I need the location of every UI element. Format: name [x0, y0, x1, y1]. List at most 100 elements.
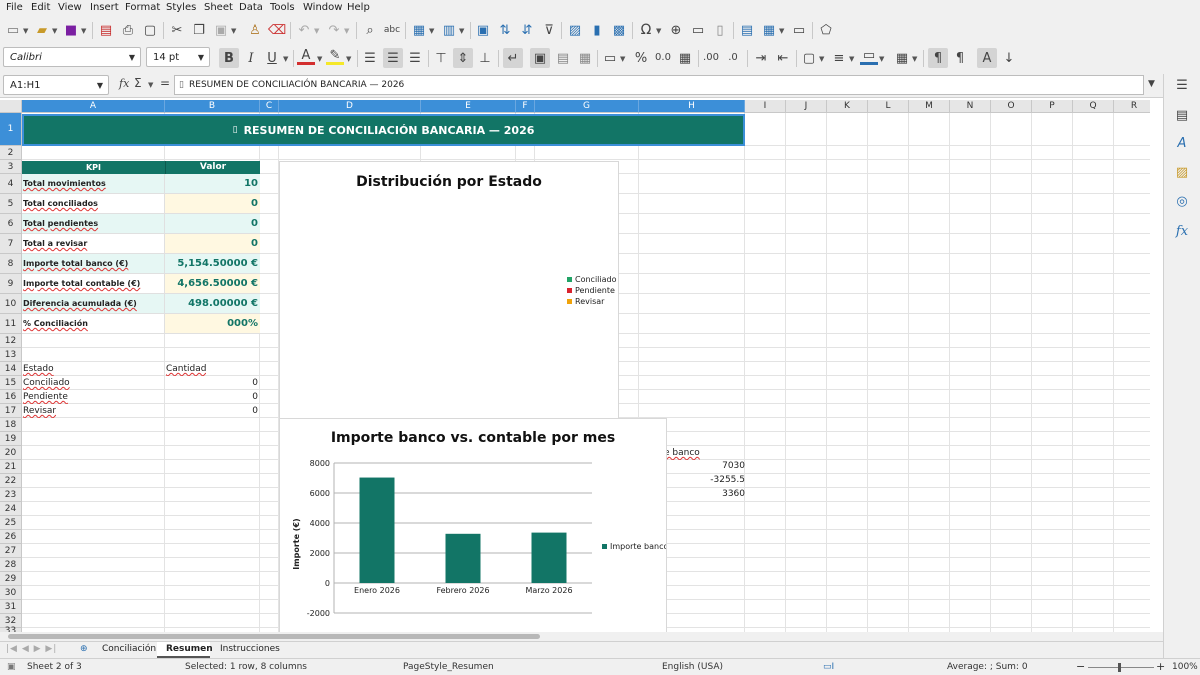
date-format-icon[interactable]: ▦: [676, 49, 694, 67]
column-header-g[interactable]: G: [535, 100, 639, 113]
column-header-a[interactable]: A: [22, 100, 165, 113]
redo-dropdown-icon[interactable]: ▼: [344, 27, 349, 35]
column-header-f[interactable]: F: [516, 100, 535, 113]
column-dropdown-icon[interactable]: ▼: [459, 27, 464, 35]
print-icon[interactable]: ⎙: [119, 21, 137, 39]
save-icon[interactable]: ■: [62, 21, 80, 39]
sum-icon[interactable]: Σ: [134, 76, 142, 90]
percent-format-icon[interactable]: %: [632, 49, 650, 67]
function-wizard-icon[interactable]: fx: [119, 77, 129, 90]
tab-resumen[interactable]: Resumen: [166, 644, 213, 654]
highlight-color-icon[interactable]: ✎: [326, 48, 344, 65]
horizontal-scrollbar[interactable]: [0, 632, 1163, 641]
zoom-level[interactable]: 100%: [1172, 662, 1198, 672]
row-header[interactable]: 16: [0, 390, 22, 404]
column-header-p[interactable]: P: [1032, 100, 1073, 113]
currency-dropdown-icon[interactable]: ▼: [620, 55, 625, 63]
row-header[interactable]: 15: [0, 376, 22, 390]
headers-icon[interactable]: ▣: [474, 21, 492, 39]
freeze-dropdown-icon[interactable]: ▼: [779, 27, 784, 35]
zoom-in-icon[interactable]: +: [1156, 660, 1165, 673]
kpi-value[interactable]: 0: [165, 234, 260, 254]
unmerge-cells-icon[interactable]: ▦: [576, 49, 594, 67]
name-box[interactable]: A1:H1 ▼: [3, 75, 109, 95]
merge-cells-icon[interactable]: ▤: [554, 49, 572, 67]
autofilter-icon[interactable]: ⊽: [540, 21, 558, 39]
font-name-combo[interactable]: Calibri ▼: [3, 47, 141, 67]
undo-dropdown-icon[interactable]: ▼: [314, 27, 319, 35]
kpi-label[interactable]: Total conciliados: [22, 194, 165, 214]
borders-icon[interactable]: ▢: [800, 49, 818, 67]
new-dropdown-icon[interactable]: ▼: [23, 27, 28, 35]
functions-icon[interactable]: fx: [1173, 222, 1191, 240]
special-character-icon[interactable]: Ω: [637, 21, 655, 39]
chevron-down-icon[interactable]: ▼: [198, 53, 204, 62]
currency-format-icon[interactable]: ▭: [601, 49, 619, 67]
kpi-label[interactable]: Importe total banco (€): [22, 254, 165, 274]
border-color-dropdown-icon[interactable]: ▼: [879, 55, 884, 63]
comment-icon[interactable]: ▭: [689, 21, 707, 39]
sidebar-menu-icon[interactable]: ☰: [1173, 76, 1191, 94]
zoom-slider[interactable]: [1088, 667, 1154, 668]
menu-styles[interactable]: Styles: [166, 2, 196, 13]
menu-insert[interactable]: Insert: [90, 2, 119, 13]
special-character-dropdown-icon[interactable]: ▼: [656, 27, 661, 35]
row-header[interactable]: 31: [0, 600, 22, 614]
row-header[interactable]: 17: [0, 404, 22, 418]
underline-dropdown-icon[interactable]: ▼: [283, 55, 288, 63]
estado-value[interactable]: 0: [165, 404, 258, 418]
text-vertical-icon[interactable]: ↓: [1000, 49, 1018, 67]
chevron-down-icon[interactable]: ▼: [129, 53, 135, 62]
column-header-o[interactable]: O: [991, 100, 1032, 113]
kpi-label[interactable]: Total pendientes: [22, 214, 165, 234]
align-center-icon[interactable]: ☰: [383, 48, 403, 68]
undo-icon[interactable]: ↶: [295, 21, 313, 39]
row-header[interactable]: 29: [0, 572, 22, 586]
new-document-icon[interactable]: ▭: [4, 21, 22, 39]
menu-edit[interactable]: Edit: [31, 2, 50, 13]
copy-icon[interactable]: ❐: [190, 21, 208, 39]
row-header[interactable]: 7: [0, 234, 22, 254]
border-color-icon[interactable]: ▭: [860, 48, 878, 65]
border-style-dropdown-icon[interactable]: ▼: [849, 55, 854, 63]
align-bottom-icon[interactable]: ⊥: [476, 49, 494, 67]
conditional-format-icon[interactable]: ▦: [893, 49, 911, 67]
kpi-label[interactable]: Total movimientos: [22, 174, 165, 194]
clear-formatting-icon[interactable]: ⌫: [268, 21, 286, 39]
clone-formatting-icon[interactable]: ♙: [246, 21, 264, 39]
column-header-e[interactable]: E: [421, 100, 516, 113]
open-folder-icon[interactable]: ▰: [33, 21, 51, 39]
estado-label[interactable]: Conciliado: [23, 376, 70, 390]
menu-data[interactable]: Data: [239, 2, 263, 13]
column-header-d[interactable]: D: [279, 100, 421, 113]
expand-formula-icon[interactable]: ▼: [1148, 79, 1155, 89]
border-style-icon[interactable]: ≡: [830, 49, 848, 67]
kpi-label[interactable]: Diferencia acumulada (€): [22, 294, 165, 314]
header-footer-icon[interactable]: ▯: [711, 21, 729, 39]
kpi-label[interactable]: Importe total contable (€): [22, 274, 165, 294]
chevron-down-icon[interactable]: ▼: [97, 81, 103, 90]
row-header[interactable]: 19: [0, 432, 22, 446]
gallery-icon[interactable]: ▨: [1173, 163, 1191, 181]
column-header-m[interactable]: M: [909, 100, 950, 113]
row-header[interactable]: 25: [0, 516, 22, 530]
horizontal-scrollbar-thumb[interactable]: [8, 634, 540, 639]
add-sheet-icon[interactable]: ⊕: [80, 644, 88, 654]
column-header-r[interactable]: R: [1114, 100, 1150, 113]
tab-conciliacion[interactable]: Conciliación: [102, 644, 156, 654]
row-header[interactable]: 9: [0, 274, 22, 294]
select-all-corner[interactable]: [0, 100, 22, 113]
column-header-n[interactable]: N: [950, 100, 991, 113]
row-header[interactable]: 11: [0, 314, 22, 334]
add-decimal-icon[interactable]: .00: [702, 49, 720, 67]
delete-decimal-icon[interactable]: .0: [724, 49, 742, 67]
sort-descending-icon[interactable]: ⇵: [518, 21, 536, 39]
kpi-value[interactable]: 5,154.50000 €: [165, 254, 260, 274]
align-top-icon[interactable]: ⊤: [432, 49, 450, 67]
row-header[interactable]: 12: [0, 334, 22, 348]
font-color-dropdown-icon[interactable]: ▼: [317, 55, 322, 63]
menu-view[interactable]: View: [58, 2, 82, 13]
row-header[interactable]: 14: [0, 362, 22, 376]
freeze-rows-columns-icon[interactable]: ▦: [760, 21, 778, 39]
bold-icon[interactable]: B: [219, 48, 239, 68]
